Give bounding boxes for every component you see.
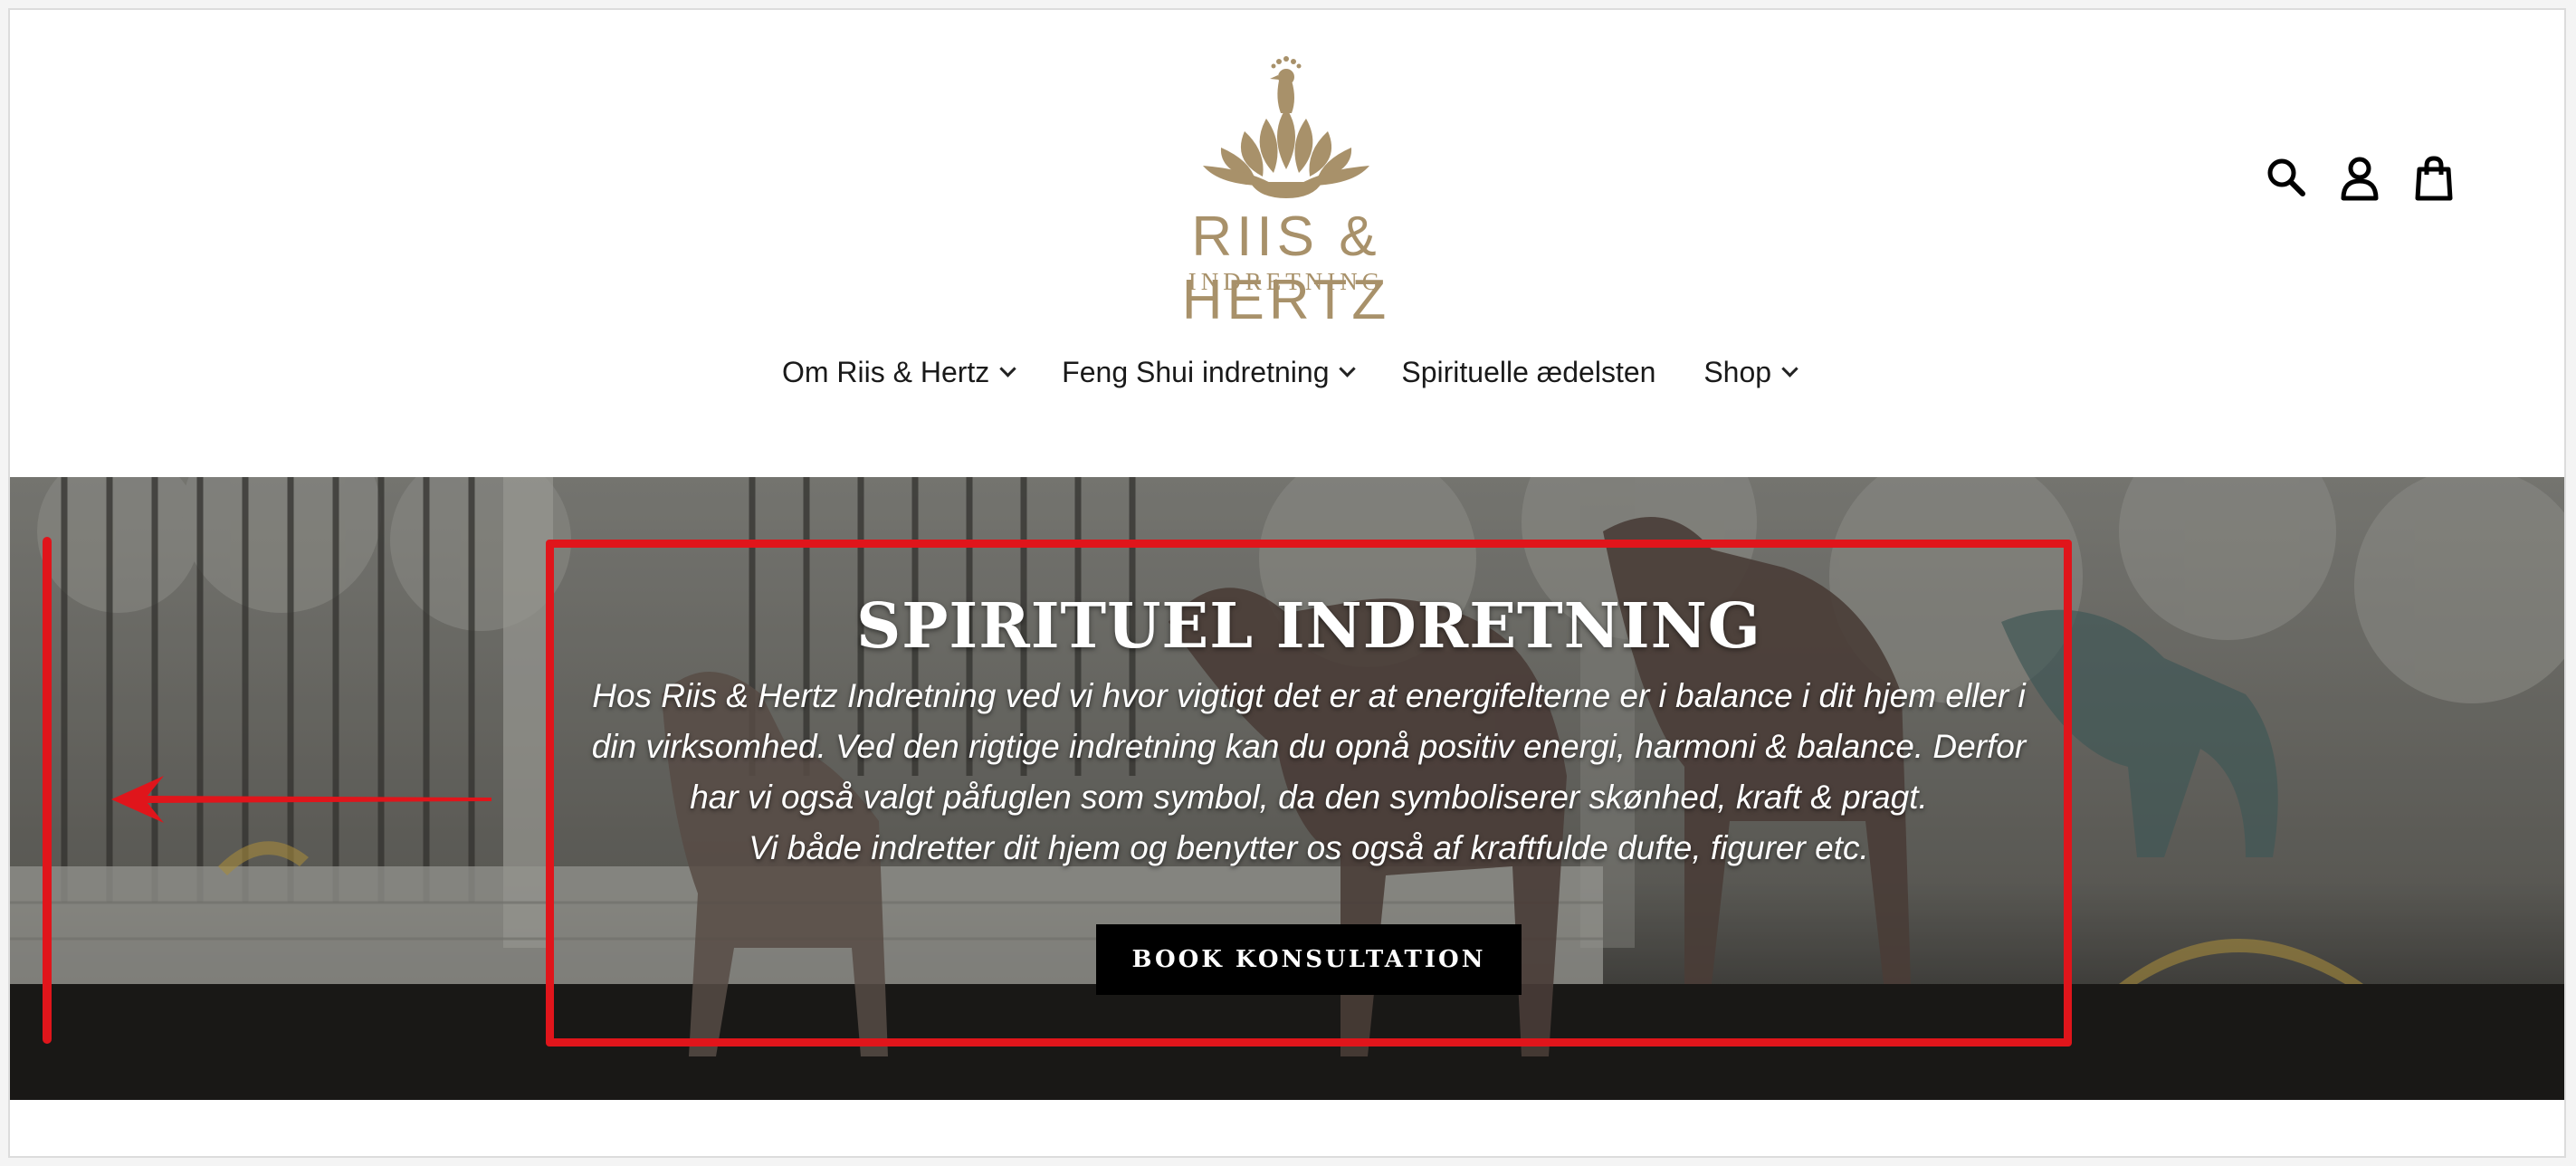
chevron-down-icon <box>1781 360 1798 378</box>
brand-logo[interactable]: RIIS & HERTZ INDRETNING <box>1114 53 1458 331</box>
main-navigation: Om Riis & Hertz Feng Shui indretning Spi… <box>10 347 2564 397</box>
cart-icon[interactable] <box>2409 153 2459 204</box>
annotation-left-bar <box>43 537 52 1044</box>
search-icon[interactable] <box>2262 153 2313 204</box>
browser-page: RIIS & HERTZ INDRETNING Om Riis & Hertz … <box>8 8 2566 1158</box>
peacock-lotus-icon <box>1203 56 1369 198</box>
nav-label: Shop <box>1703 356 1772 388</box>
annotation-highlight-box <box>546 540 2072 1047</box>
nav-label: Spirituelle ædelsten <box>1401 356 1656 388</box>
account-icon[interactable] <box>2334 153 2385 204</box>
nav-label: Feng Shui indretning <box>1062 356 1330 388</box>
nav-label: Om Riis & Hertz <box>781 356 990 388</box>
annotation-arrow-left-icon <box>111 776 491 823</box>
nav-item-spirituelle-aedelsten[interactable]: Spirituelle ædelsten <box>1401 347 1655 397</box>
nav-item-feng-shui[interactable]: Feng Shui indretning <box>1062 347 1357 397</box>
chevron-down-icon <box>999 360 1016 378</box>
nav-item-om-riis-hertz[interactable]: Om Riis & Hertz <box>781 347 1016 397</box>
brand-subtitle: INDRETNING <box>1188 268 1385 295</box>
nav-item-shop[interactable]: Shop <box>1703 347 1798 397</box>
chevron-down-icon <box>1339 360 1357 378</box>
